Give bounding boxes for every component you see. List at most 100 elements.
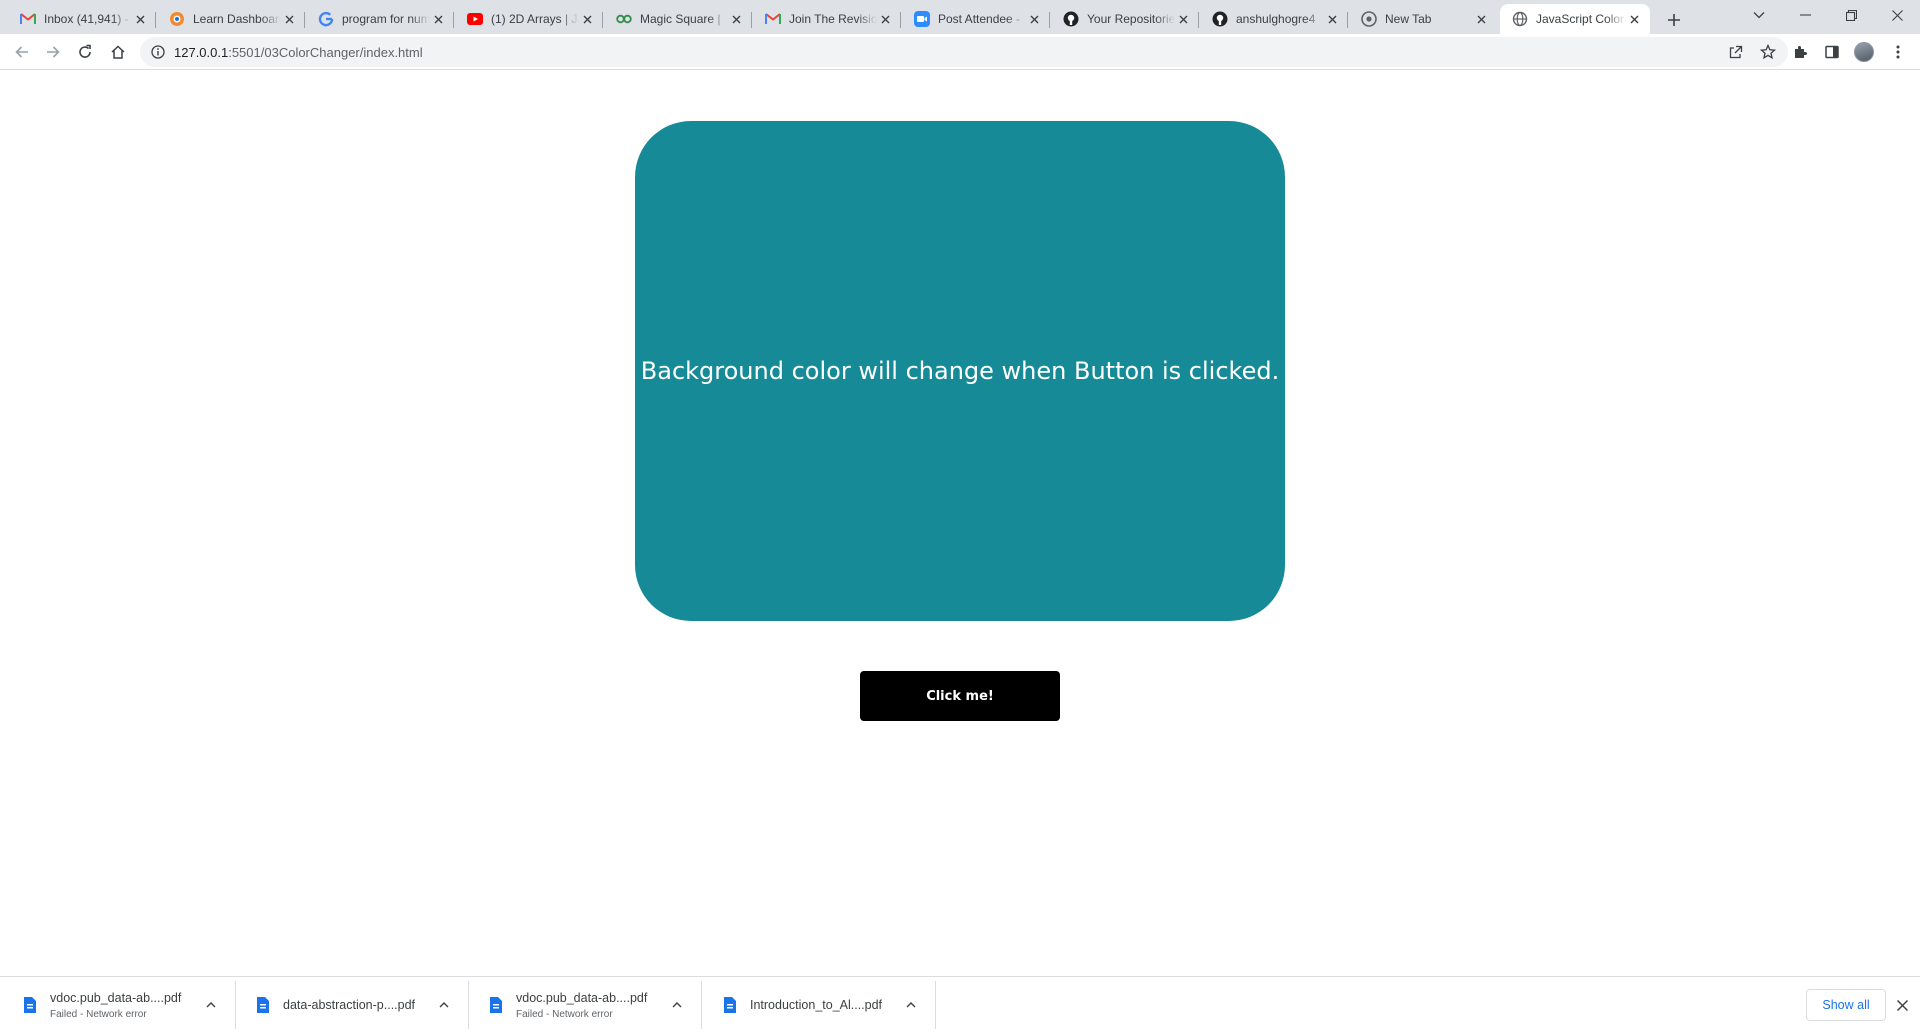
document-icon — [255, 995, 271, 1015]
close-icon[interactable] — [132, 11, 148, 27]
minimize-button[interactable] — [1782, 0, 1828, 30]
tab-new-tab[interactable]: New Tab — [1349, 4, 1497, 34]
close-icon[interactable] — [1324, 11, 1340, 27]
tab-inbox[interactable]: Inbox (41,941) - — [8, 4, 156, 34]
restore-icon — [1845, 9, 1857, 21]
gmail-icon — [20, 11, 36, 27]
download-status: Failed - Network error — [50, 1008, 147, 1020]
side-panel-icon — [1825, 45, 1839, 59]
arrow-right-icon — [47, 46, 60, 58]
address-bar[interactable]: 127.0.0.1:5501/03ColorChanger/index.html — [140, 37, 1788, 67]
download-item[interactable]: vdoc.pub_data-ab....pdf Failed - Network… — [468, 981, 702, 1029]
youtube-icon — [467, 11, 483, 27]
tab-javascript-color[interactable]: JavaScript Color — [1500, 4, 1650, 34]
download-filename: vdoc.pub_data-ab....pdf — [516, 990, 648, 1005]
tab-magic-square[interactable]: Magic Square | — [604, 4, 752, 34]
close-icon[interactable] — [1026, 11, 1042, 27]
tab-title: anshulghogre4 — [1236, 12, 1316, 26]
reload-button[interactable] — [71, 38, 99, 66]
tab-your-repositories[interactable]: Your Repositorie — [1051, 4, 1199, 34]
tab-github-profile[interactable]: anshulghogre4 — [1200, 4, 1348, 34]
close-icon[interactable] — [1626, 11, 1642, 27]
tab-post-attendee[interactable]: Post Attendee - — [902, 4, 1050, 34]
home-icon — [111, 45, 125, 59]
close-icon[interactable] — [430, 11, 446, 27]
arrow-left-icon — [15, 46, 28, 58]
tab-title: Learn Dashboard — [193, 12, 281, 26]
zoom-icon — [914, 11, 930, 27]
globe-icon — [1512, 11, 1528, 27]
reload-icon — [79, 44, 91, 58]
info-icon[interactable] — [144, 38, 172, 66]
color-box: Background color will change when Button… — [635, 121, 1285, 621]
profile-avatar[interactable] — [1854, 42, 1874, 62]
tab-strip: Inbox (41,941) - Learn Dashboard program… — [0, 0, 1920, 34]
minimize-icon — [1799, 14, 1811, 16]
gmail-icon — [765, 11, 781, 27]
bookmark-star-icon[interactable] — [1754, 38, 1782, 66]
tab-title: Your Repositorie — [1087, 12, 1175, 26]
close-shelf-button[interactable] — [1890, 993, 1914, 1017]
extensions-button[interactable] — [1786, 38, 1814, 66]
tab-youtube[interactable]: (1) 2D Arrays | Ja — [455, 4, 603, 34]
tab-google-search[interactable]: program for num — [306, 4, 454, 34]
tab-title: Post Attendee - — [938, 12, 1021, 26]
home-button[interactable] — [104, 38, 132, 66]
tab-title: (1) 2D Arrays | Ja — [491, 12, 579, 26]
github-icon — [1212, 11, 1228, 27]
url-text: 127.0.0.1:5501/03ColorChanger/index.html — [174, 45, 423, 60]
close-icon[interactable] — [728, 11, 744, 27]
color-box-text: Background color will change when Button… — [640, 357, 1280, 385]
back-button[interactable] — [8, 38, 36, 66]
tab-learn-dashboard[interactable]: Learn Dashboard — [157, 4, 305, 34]
close-icon[interactable] — [281, 11, 297, 27]
forward-button[interactable] — [39, 38, 67, 66]
tab-title: program for num — [342, 12, 430, 26]
puzzle-icon — [1795, 46, 1807, 58]
chevron-up-icon[interactable] — [201, 995, 221, 1015]
chevron-up-icon[interactable] — [434, 995, 454, 1015]
close-icon — [1896, 999, 1908, 1011]
geeksforgeeks-icon — [616, 11, 632, 27]
download-item[interactable]: data-abstraction-p....pdf — [235, 981, 469, 1029]
browser-window: Inbox (41,941) - Learn Dashboard program… — [0, 0, 1920, 1032]
close-icon[interactable] — [1175, 11, 1191, 27]
plus-icon — [1668, 14, 1680, 26]
close-icon — [1891, 9, 1903, 21]
tab-title: JavaScript Color — [1536, 12, 1625, 26]
show-all-button[interactable]: Show all — [1806, 989, 1886, 1021]
url-path: :5501/03ColorChanger/index.html — [228, 44, 423, 60]
chevron-up-icon[interactable] — [901, 995, 921, 1015]
tab-title: Magic Square | — [640, 12, 721, 26]
side-panel-button[interactable] — [1818, 38, 1846, 66]
dashboard-icon — [169, 11, 185, 27]
download-filename: Introduction_to_Al....pdf — [750, 998, 883, 1012]
document-icon — [22, 995, 38, 1015]
document-icon — [722, 995, 738, 1015]
close-icon[interactable] — [877, 11, 893, 27]
restore-button[interactable] — [1828, 0, 1874, 30]
tab-title: Inbox (41,941) - — [44, 12, 129, 26]
download-filename: data-abstraction-p....pdf — [283, 998, 416, 1012]
chevron-up-icon[interactable] — [667, 995, 687, 1015]
tab-title: New Tab — [1385, 12, 1432, 26]
tab-search-button[interactable] — [1736, 0, 1782, 30]
share-icon[interactable] — [1722, 38, 1750, 66]
tab-join-revision[interactable]: Join The Revisio — [753, 4, 901, 34]
more-vert-icon — [1896, 45, 1900, 59]
download-item[interactable]: vdoc.pub_data-ab....pdf Failed - Network… — [2, 981, 236, 1029]
chevron-down-icon — [1753, 12, 1765, 19]
chrome-icon — [1361, 11, 1377, 27]
url-host: 127.0.0.1 — [174, 44, 229, 60]
download-shelf: vdoc.pub_data-ab....pdf Failed - Network… — [0, 976, 1920, 1032]
close-window-button[interactable] — [1874, 0, 1920, 30]
click-me-button[interactable]: Click me! — [860, 671, 1060, 721]
google-icon — [318, 11, 334, 27]
new-tab-button[interactable] — [1660, 6, 1688, 34]
close-icon[interactable] — [1473, 11, 1489, 27]
page-viewport: Background color will change when Button… — [0, 70, 1920, 976]
menu-button[interactable] — [1884, 38, 1912, 66]
download-item[interactable]: Introduction_to_Al....pdf — [702, 981, 936, 1029]
close-icon[interactable] — [579, 11, 595, 27]
document-icon — [488, 995, 504, 1015]
